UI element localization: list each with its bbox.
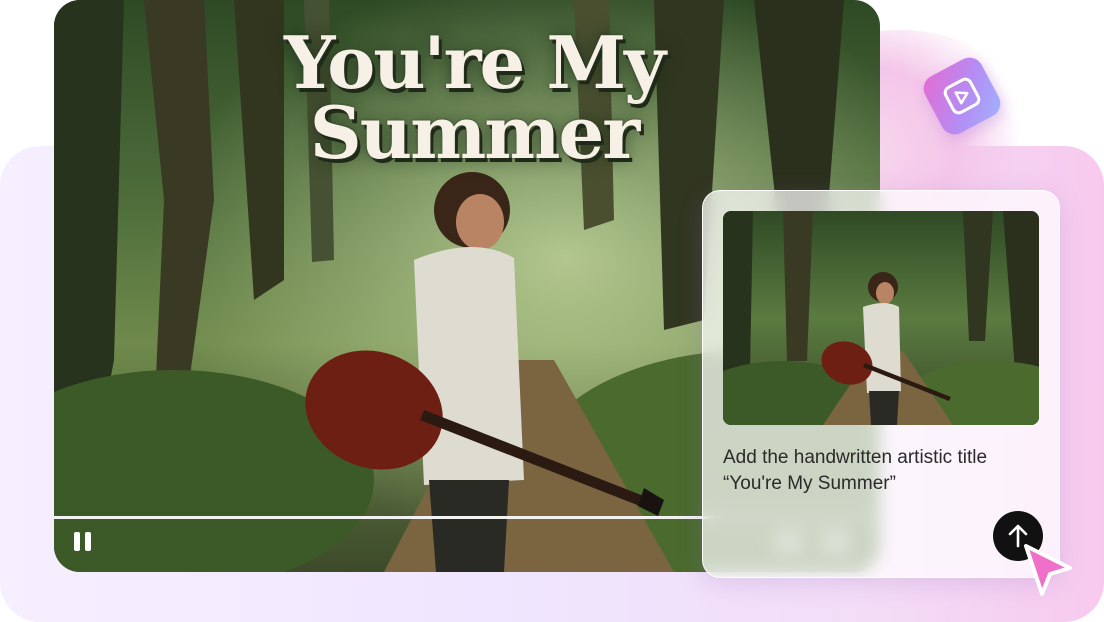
mouse-pointer-icon	[1024, 544, 1072, 596]
title-line-1: You're My	[284, 20, 666, 105]
prompt-text-line-1: Add the handwritten artistic title	[723, 447, 988, 468]
title-line-2: Summer	[309, 90, 640, 175]
progress-bar-fill	[54, 516, 715, 519]
pause-icon	[74, 532, 80, 551]
prompt-text: Add the handwritten artistic title “You'…	[723, 445, 1043, 497]
play-triangle-icon	[943, 77, 981, 115]
pause-button[interactable]	[72, 530, 94, 554]
prompt-card: Add the handwritten artistic title “You'…	[702, 190, 1060, 578]
pause-icon-bar	[85, 532, 91, 551]
prompt-text-line-2: “You're My Summer”	[723, 473, 896, 494]
source-image-thumbnail[interactable]	[723, 211, 1039, 425]
video-title-art: You're My Summer	[264, 20, 684, 175]
thumbnail-image	[723, 211, 1039, 425]
